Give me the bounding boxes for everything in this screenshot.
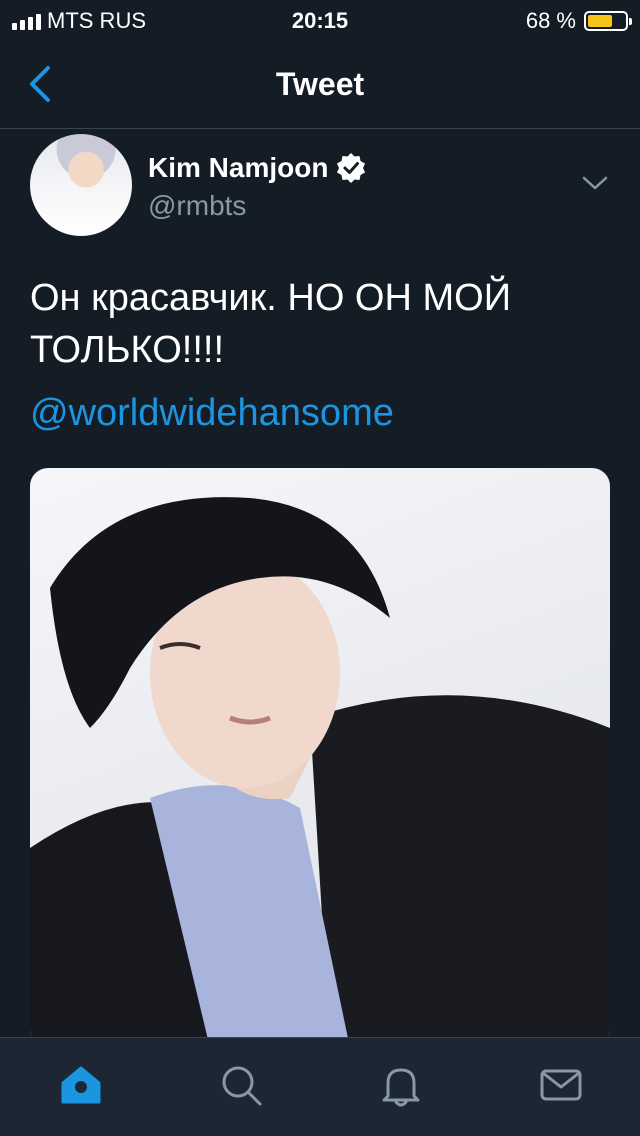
chevron-down-icon[interactable] [580,172,610,194]
mention-link[interactable]: @worldwidehansome [30,392,394,435]
tab-notifications[interactable] [378,1062,424,1108]
tweet-photo[interactable] [30,468,610,1048]
navigation-bar: Tweet [0,40,640,129]
avatar[interactable] [30,134,132,236]
home-icon [61,1066,101,1104]
verified-badge-icon [337,153,366,183]
notifications-icon [382,1068,420,1107]
author-name: Kim Namjoon [148,152,329,183]
battery-level-fill [588,15,613,27]
author-name-row[interactable]: Kim Namjoon [148,152,366,184]
tab-bar [0,1037,640,1136]
messages-icon [540,1069,582,1101]
battery-icon [584,11,632,31]
search-icon [222,1066,262,1106]
tab-messages[interactable] [538,1062,584,1108]
tab-search[interactable] [218,1062,264,1108]
tab-home[interactable] [58,1062,104,1108]
page-title: Tweet [275,66,365,102]
tweet-text: Он красавчик. НО ОН МОЙ ТОЛЬКО!!!! [30,277,512,371]
battery-group: 68 % [525,8,632,34]
photo-portrait-illustration [30,497,610,1048]
author-handle[interactable]: @rmbts [148,190,246,222]
tweet-header: Kim Namjoon @rmbts [30,134,610,238]
status-bar: MTS RUS 20:15 68 % [0,0,640,40]
battery-percent: 68 % [525,8,576,33]
